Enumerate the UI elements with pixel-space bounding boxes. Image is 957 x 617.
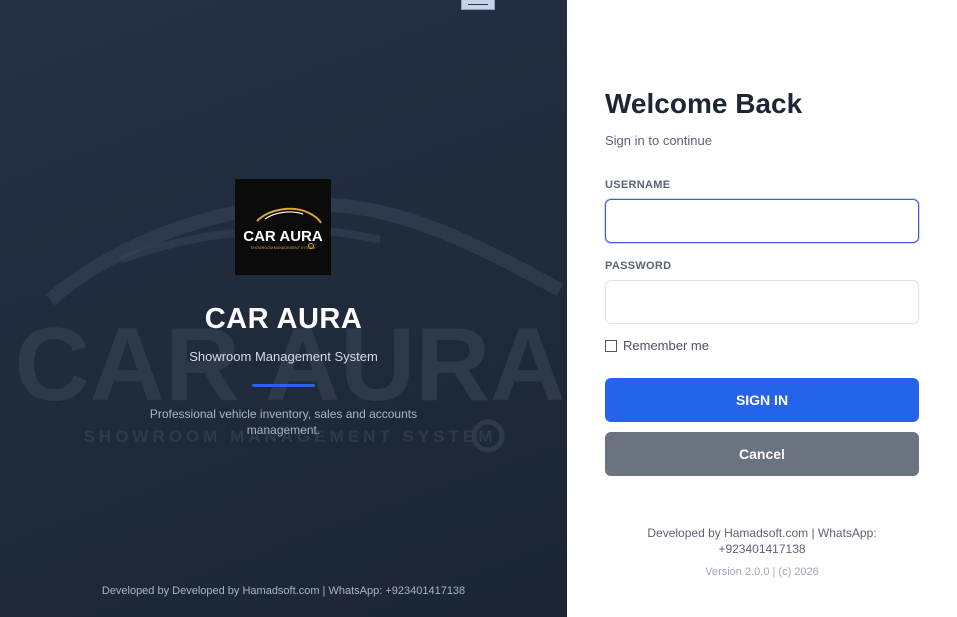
brand-divider xyxy=(252,384,315,387)
brand-logo: CAR AURA SHOWROOM MANAGEMENT SYSTEM xyxy=(235,179,331,275)
sign-in-button[interactable]: SIGN IN xyxy=(605,378,919,422)
brand-tagline: Showroom Management System xyxy=(189,349,378,364)
page-title: Welcome Back xyxy=(605,88,803,119)
remember-me[interactable]: Remember me xyxy=(605,338,709,353)
brand-description: Professional vehicle inventory, sales an… xyxy=(149,407,418,437)
password-label: PASSWORD xyxy=(605,260,672,272)
password-input[interactable] xyxy=(605,280,919,324)
branding-panel: CAR AURA SHOWROOM MANAGEMENT SYSTEM CAR … xyxy=(0,0,567,617)
brand-name: CAR AURA xyxy=(204,303,363,335)
remember-me-label: Remember me xyxy=(623,338,709,353)
login-panel: Welcome Back Sign in to continue USERNAM… xyxy=(567,0,957,617)
login-footer: Developed by Hamadsoft.com | WhatsApp: +… xyxy=(647,526,877,556)
remember-me-checkbox[interactable] xyxy=(605,339,617,352)
username-input[interactable] xyxy=(605,199,919,243)
branding-footer: Developed by Developed by Hamadsoft.com … xyxy=(101,585,466,597)
cancel-button[interactable]: Cancel xyxy=(605,432,919,476)
username-label: USERNAME xyxy=(605,179,671,191)
page-subtitle: Sign in to continue xyxy=(605,133,712,148)
menu-handle-icon[interactable] xyxy=(461,0,495,10)
svg-text:SHOWROOM MANAGEMENT SYSTEM: SHOWROOM MANAGEMENT SYSTEM xyxy=(251,246,316,250)
version-info: Version 2.0.0 | (c) 2026 xyxy=(705,566,819,578)
